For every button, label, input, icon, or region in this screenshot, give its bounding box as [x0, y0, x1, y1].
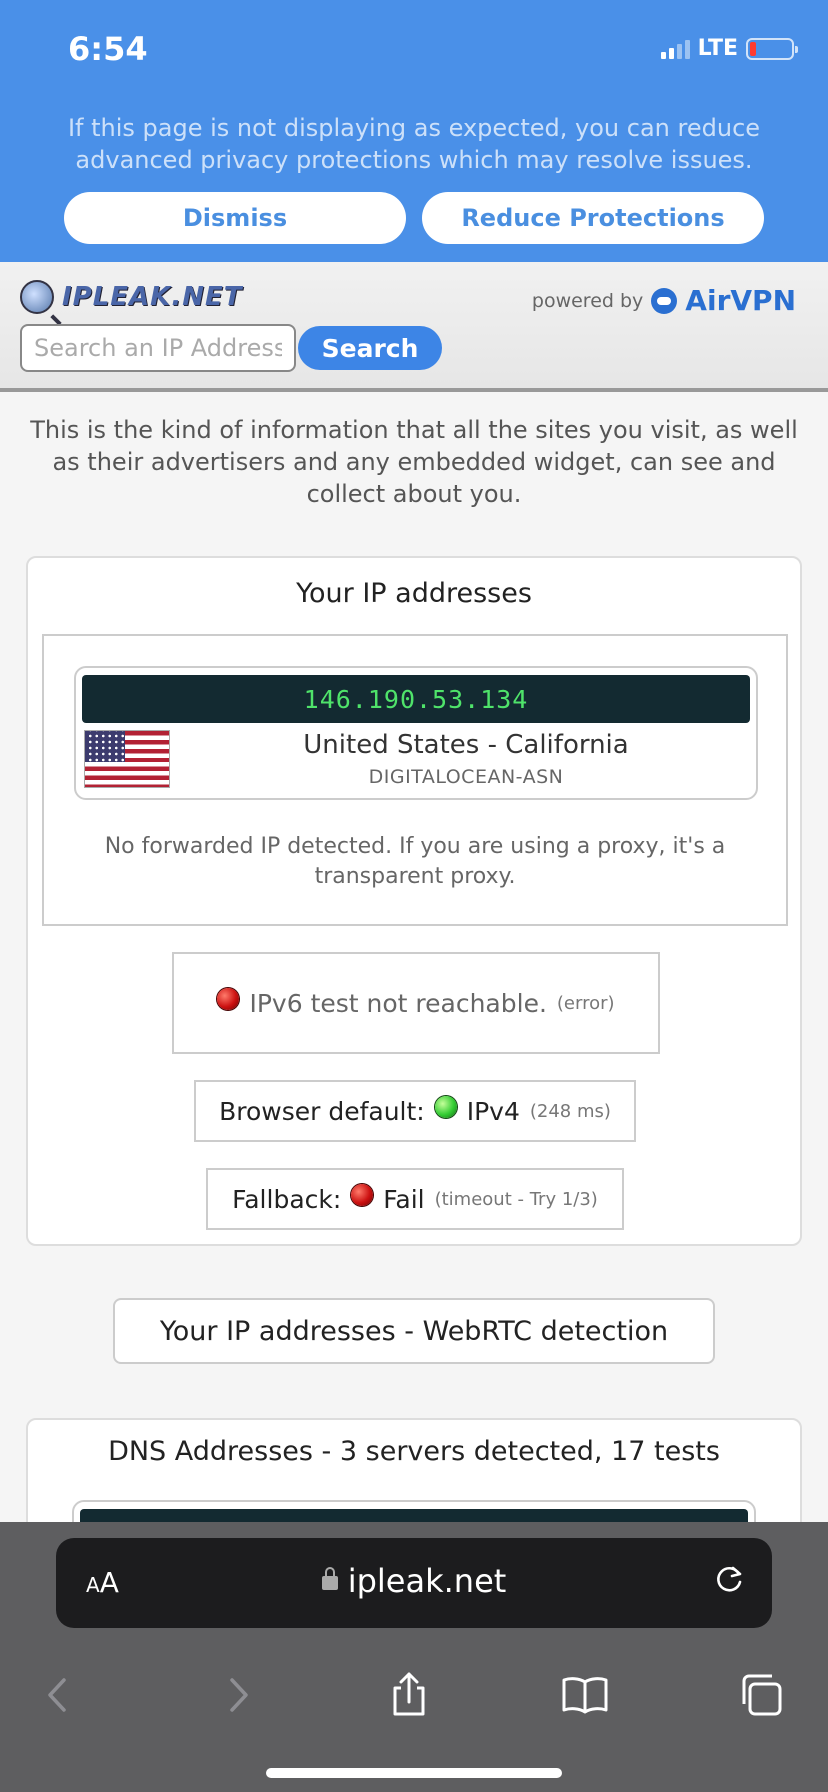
- safari-toolbar: [0, 1652, 828, 1742]
- browser-default-note: (248 ms): [529, 1100, 611, 1122]
- ip-result-box: 146.190.53.134 United States - Californi…: [42, 634, 788, 926]
- magnifier-globe-icon: [20, 280, 54, 314]
- status-indicators: LTE: [660, 36, 798, 61]
- green-status-dot-icon: [434, 1096, 457, 1118]
- dns-panel-title: DNS Addresses - 3 servers detected, 17 t…: [108, 1436, 720, 1467]
- bookmarks-icon[interactable]: [560, 1670, 610, 1720]
- browser-default-label: Browser default:: [219, 1096, 425, 1126]
- address-bar[interactable]: AA ipleak.net: [56, 1538, 772, 1628]
- url-display[interactable]: ipleak.net: [56, 1562, 772, 1600]
- browser-default-value: IPv4: [466, 1096, 520, 1126]
- red-status-dot-icon: [217, 988, 240, 1010]
- ip-addresses-panel: Your IP addresses 146.190.53.134 United …: [26, 556, 802, 1246]
- fallback-note: (timeout - Try 1/3): [434, 1188, 598, 1210]
- site-header: IPLEAK.NET powered by AirVPN Search: [0, 262, 828, 392]
- forward-icon[interactable]: [212, 1670, 262, 1720]
- us-flag-icon: [84, 730, 170, 788]
- fallback-label: Fallback:: [232, 1184, 342, 1214]
- search-button[interactable]: Search: [298, 326, 442, 370]
- ip-card: 146.190.53.134 United States - Californi…: [74, 666, 758, 800]
- powered-by-label: powered by: [531, 289, 644, 312]
- browser-default-status: Browser default: IPv4 (248 ms): [194, 1080, 636, 1142]
- panel-title: Your IP addresses: [296, 578, 532, 609]
- airvpn-cloud-icon: [651, 287, 678, 314]
- battery-icon: [746, 37, 798, 60]
- powered-by[interactable]: powered by AirVPN: [532, 284, 796, 317]
- back-icon[interactable]: [34, 1670, 84, 1720]
- status-time: 6:54: [68, 30, 148, 68]
- ipv6-status-note: (error): [556, 992, 615, 1014]
- ip-asn: DIGITALOCEAN-ASN: [368, 766, 564, 788]
- home-indicator: [266, 1768, 562, 1778]
- url-text: ipleak.net: [347, 1562, 507, 1600]
- network-type: LTE: [697, 36, 738, 61]
- fallback-status: Fallback: Fail (timeout - Try 1/3): [206, 1168, 624, 1230]
- ip-location: United States - California: [303, 730, 629, 760]
- dismiss-button[interactable]: Dismiss: [64, 192, 406, 244]
- reload-icon[interactable]: [712, 1562, 746, 1596]
- banner-message: If this page is not displaying as expect…: [67, 114, 761, 174]
- airvpn-brand: AirVPN: [685, 284, 796, 317]
- ipleak-logo[interactable]: IPLEAK.NET: [20, 280, 242, 314]
- reduce-protections-button[interactable]: Reduce Protections: [422, 192, 764, 244]
- share-icon[interactable]: [384, 1670, 434, 1720]
- ipv6-status-text: IPv6 test not reachable.: [249, 988, 547, 1018]
- lock-icon: [321, 1567, 338, 1590]
- tabs-icon[interactable]: [736, 1670, 786, 1720]
- ipv6-test-status: IPv6 test not reachable. (error): [172, 952, 660, 1054]
- webrtc-detection-button[interactable]: Your IP addresses - WebRTC detection: [113, 1298, 715, 1364]
- logo-text: IPLEAK.NET: [62, 282, 243, 312]
- intro-text: This is the kind of information that all…: [30, 416, 798, 508]
- privacy-banner: 6:54 LTE If this page is not displaying …: [0, 0, 828, 262]
- forwarded-ip-note: No forwarded IP detected. If you are usi…: [104, 834, 726, 889]
- fallback-value: Fail: [383, 1184, 425, 1214]
- cellular-signal-icon: [660, 39, 690, 59]
- ip-address-display[interactable]: 146.190.53.134: [82, 675, 750, 723]
- red-status-dot-icon: [351, 1184, 374, 1206]
- ip-search-input[interactable]: [20, 324, 296, 372]
- safari-bottom-bar: AA ipleak.net: [0, 1522, 828, 1792]
